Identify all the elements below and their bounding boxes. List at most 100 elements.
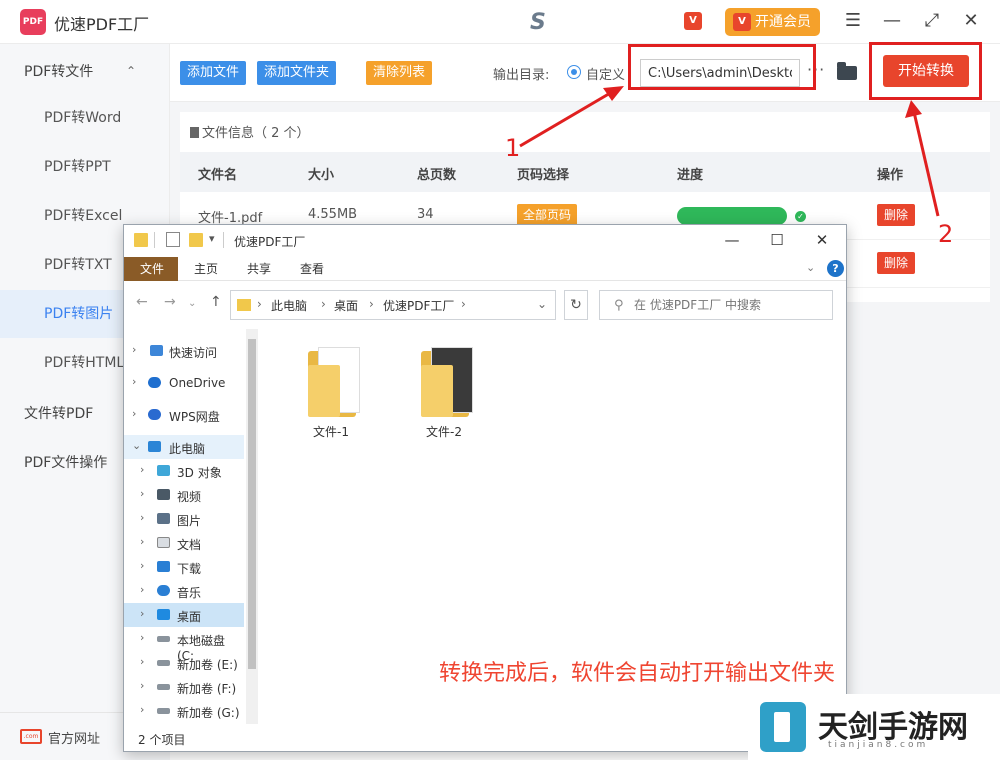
- desktop-icon: [157, 609, 170, 620]
- watermark-logo-icon: [760, 702, 806, 752]
- chevron-down-icon[interactable]: ⌄: [132, 439, 141, 452]
- forward-icon[interactable]: →: [164, 294, 176, 310]
- back-icon[interactable]: ←: [136, 294, 148, 310]
- music-icon: [157, 585, 170, 596]
- picture-icon: [157, 513, 170, 524]
- download-icon: [157, 561, 170, 572]
- tab-share[interactable]: 共享: [233, 257, 285, 281]
- address-bar[interactable]: › 此电脑 › 桌面 › 优速PDF工厂 › ⌄: [230, 290, 556, 320]
- nav-label: 桌面: [177, 610, 202, 624]
- tab-file[interactable]: 文件: [124, 257, 179, 281]
- help-icon[interactable]: ?: [827, 260, 844, 277]
- chevron-right-icon[interactable]: ›: [140, 559, 144, 572]
- nav-label: 下载: [177, 562, 202, 576]
- recent-dropdown-icon[interactable]: ⌄: [188, 298, 196, 309]
- folder-front: [308, 365, 340, 417]
- chevron-right-icon[interactable]: ›: [140, 631, 144, 644]
- nav-label: 快速访问: [169, 346, 218, 360]
- nav-label: 3D 对象: [177, 466, 222, 480]
- up-icon[interactable]: ↑: [210, 294, 222, 310]
- divider: [223, 232, 224, 248]
- nav-label: OneDrive: [169, 376, 226, 390]
- nav-label: 新加卷 (F:): [177, 682, 237, 696]
- arrow-2: [912, 111, 940, 217]
- nav-label: 文档: [177, 538, 202, 552]
- breadcrumb-sep-icon: ›: [321, 297, 326, 311]
- nav-label: 视频: [177, 490, 202, 504]
- explorer-minimize-icon[interactable]: —: [717, 231, 747, 249]
- navigation-pane: › 快速访问 › OneDrive › WPS网盘 ⌄ 此电脑 › 3D 对象 › 视频 ›…: [124, 329, 260, 724]
- chevron-right-icon[interactable]: ›: [132, 375, 136, 388]
- nav-item-drive-f[interactable]: › 新加卷 (F:): [124, 675, 244, 699]
- address-row: ← → ⌄ ↑ › 此电脑 › 桌面 › 优速PDF工厂 › ⌄ ↻ ⚲: [124, 281, 846, 327]
- explorer-maximize-icon[interactable]: ☐: [762, 231, 792, 249]
- folder-icon: [134, 233, 148, 247]
- search-input[interactable]: [634, 296, 824, 314]
- status-bar: 2 个项目: [138, 733, 186, 747]
- nav-label: 新加卷 (E:): [177, 658, 238, 672]
- file-explorer-window: ▾ 优速PDF工厂 — ☐ ✕ 文件 主页 共享 查看 ⌄ ? ← → ⌄ ↑ …: [123, 224, 847, 752]
- chevron-right-icon[interactable]: ›: [140, 583, 144, 596]
- search-icon: ⚲: [614, 298, 624, 313]
- nav-item-wps[interactable]: › WPS网盘: [124, 403, 244, 427]
- breadcrumb-sep-icon: ›: [257, 297, 262, 311]
- breadcrumb-item[interactable]: 优速PDF工厂: [383, 297, 454, 314]
- nav-item-3d[interactable]: › 3D 对象: [124, 459, 244, 483]
- chevron-right-icon[interactable]: ›: [140, 463, 144, 476]
- refresh-icon[interactable]: ↻: [564, 290, 588, 320]
- tab-view[interactable]: 查看: [286, 257, 338, 281]
- folder-content: 文件-1 文件-2 转换完成后，软件会自动打开输出文件夹: [274, 329, 844, 724]
- properties-icon[interactable]: [166, 232, 180, 247]
- breadcrumb-sep-icon: ›: [461, 297, 466, 311]
- new-folder-icon[interactable]: [189, 233, 203, 247]
- scroll-thumb[interactable]: [248, 339, 256, 669]
- nav-item-drive-e[interactable]: › 新加卷 (E:): [124, 651, 244, 675]
- qa-dropdown-icon[interactable]: ▾: [209, 232, 215, 245]
- nav-label: 音乐: [177, 586, 202, 600]
- nav-item-drive-c[interactable]: › 本地磁盘 (C:: [124, 627, 244, 663]
- drive-icon: [157, 636, 170, 642]
- chevron-right-icon[interactable]: ›: [140, 655, 144, 668]
- nav-item-desktop[interactable]: › 桌面: [124, 603, 244, 627]
- chevron-right-icon[interactable]: ›: [140, 511, 144, 524]
- nav-item-documents[interactable]: › 文档: [124, 531, 244, 555]
- file-label: 文件-1: [313, 425, 349, 439]
- nav-item-this-pc[interactable]: ⌄ 此电脑: [124, 435, 244, 459]
- nav-item-music[interactable]: › 音乐: [124, 579, 244, 603]
- nav-item-drive-g[interactable]: › 新加卷 (G:): [124, 699, 244, 723]
- nav-scrollbar[interactable]: [246, 329, 258, 724]
- nav-label: 新加卷 (G:): [177, 706, 240, 720]
- breadcrumb-item[interactable]: 桌面: [334, 297, 358, 314]
- nav-item-quick-access[interactable]: › 快速访问: [124, 339, 244, 363]
- chevron-right-icon[interactable]: ›: [140, 487, 144, 500]
- address-dropdown-icon[interactable]: ⌄: [537, 297, 547, 311]
- nav-label: 图片: [177, 514, 202, 528]
- nav-item-downloads[interactable]: › 下载: [124, 555, 244, 579]
- chevron-right-icon[interactable]: ›: [132, 343, 136, 356]
- arrow-head-1: [603, 86, 624, 101]
- drive-icon: [157, 708, 170, 714]
- nav-item-onedrive[interactable]: › OneDrive: [124, 371, 244, 395]
- divider: [154, 232, 155, 248]
- explorer-title: 优速PDF工厂: [234, 235, 306, 249]
- document-icon: [157, 537, 170, 548]
- chevron-right-icon[interactable]: ›: [140, 703, 144, 716]
- chevron-right-icon[interactable]: ›: [140, 535, 144, 548]
- ribbon: 文件 主页 共享 查看 ⌄ ?: [124, 257, 846, 281]
- chevron-right-icon[interactable]: ›: [132, 407, 136, 420]
- chevron-right-icon[interactable]: ›: [140, 607, 144, 620]
- cube-icon: [157, 465, 170, 476]
- nav-label: 此电脑: [169, 442, 206, 456]
- ribbon-expand-icon[interactable]: ⌄: [806, 261, 815, 274]
- star-icon: [150, 345, 163, 356]
- chevron-right-icon[interactable]: ›: [140, 679, 144, 692]
- nav-item-pictures[interactable]: › 图片: [124, 507, 244, 531]
- file-tile[interactable]: 文件-2: [399, 343, 489, 439]
- explorer-close-icon[interactable]: ✕: [807, 231, 837, 249]
- breadcrumb-item[interactable]: 此电脑: [271, 297, 307, 314]
- tab-home[interactable]: 主页: [180, 257, 232, 281]
- nav-item-video[interactable]: › 视频: [124, 483, 244, 507]
- app-window: PDF 优速PDF工厂 S V V 开通会员 ☰ — ⤢ ✕ PDF转文件 ⌃ …: [0, 0, 1000, 760]
- computer-icon: [148, 441, 161, 452]
- file-tile[interactable]: 文件-1: [286, 343, 376, 439]
